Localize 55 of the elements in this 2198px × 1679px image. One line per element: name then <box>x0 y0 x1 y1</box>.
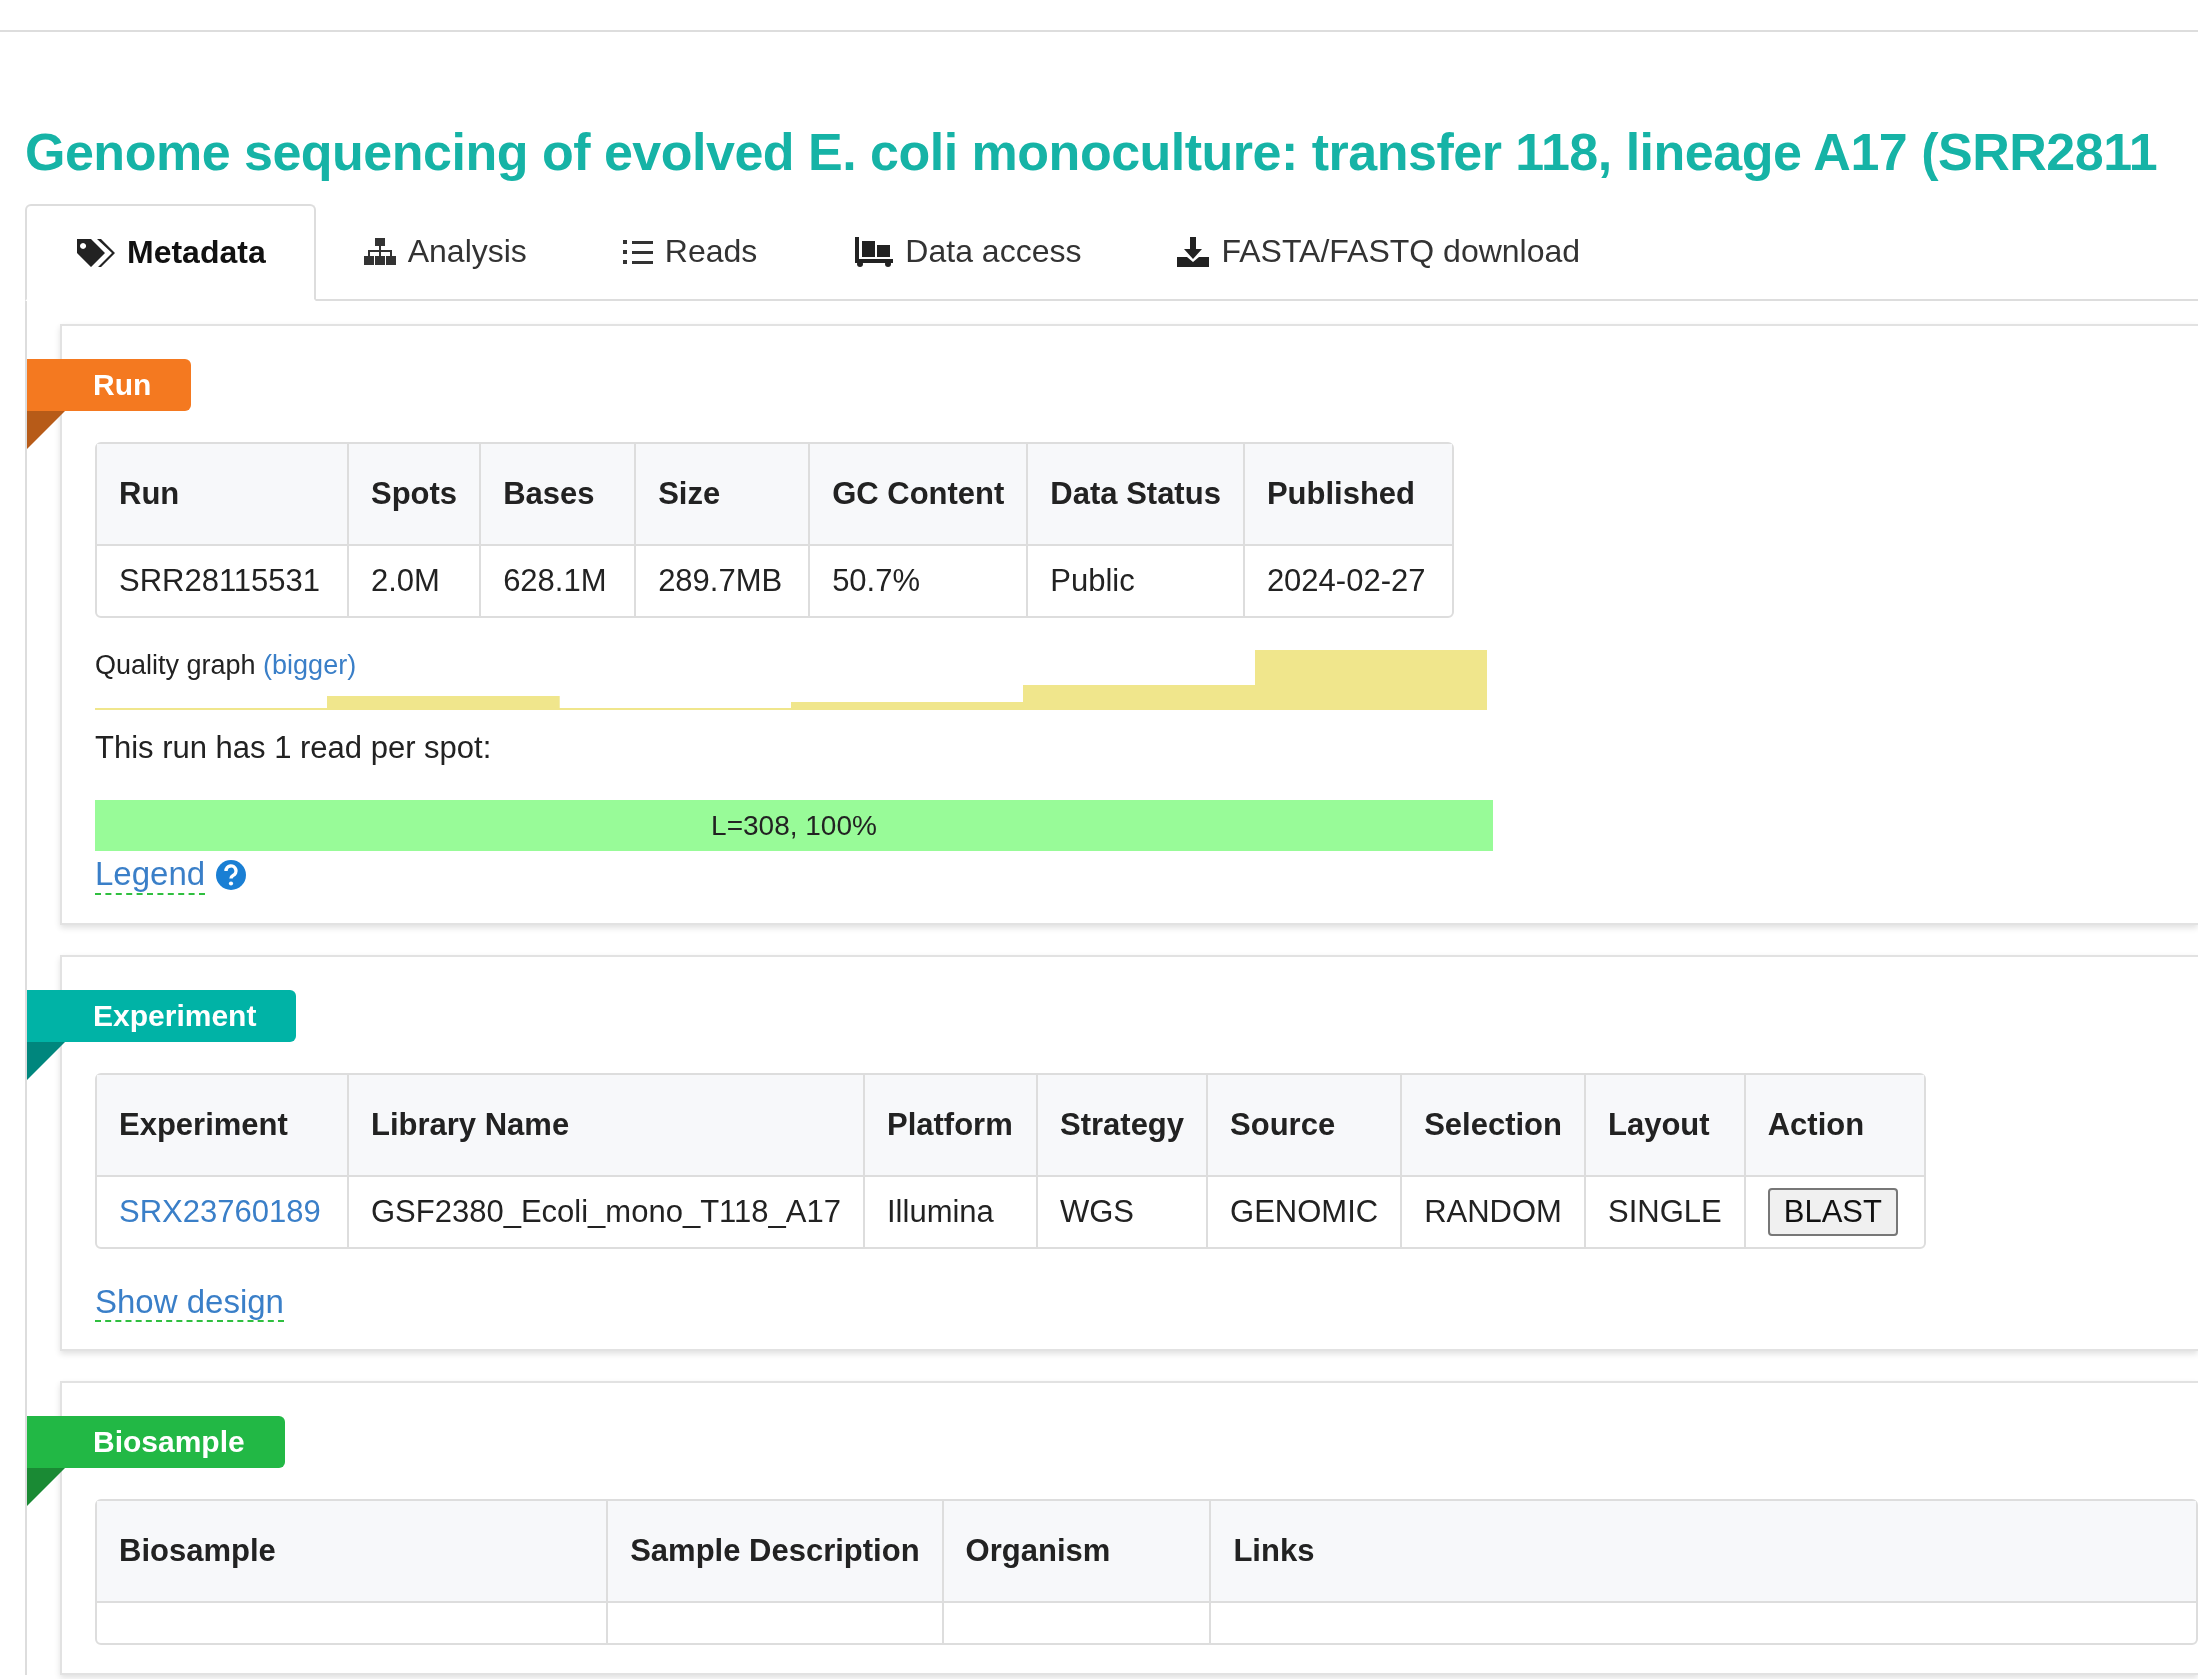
table-cell: 289.7MB <box>634 544 809 616</box>
table-cell: GENOMIC <box>1206 1175 1401 1247</box>
tab[interactable]: Analysis <box>315 204 575 301</box>
column-header: Selection <box>1400 1075 1584 1175</box>
column-header: Organism <box>941 1501 1210 1601</box>
section-ribbon: Biosample <box>27 1416 285 1468</box>
column-header: Links <box>1209 1501 2196 1601</box>
column-header: Platform <box>863 1075 1036 1175</box>
tab[interactable]: Data access <box>805 204 1130 301</box>
tab[interactable]: Metadata <box>25 204 316 301</box>
table-cell: Illumina <box>863 1175 1036 1247</box>
table-cell: Public <box>1026 544 1243 616</box>
page-title: Genome sequencing of evolved E. coli monoculture: transfer 118, lineage A17 (SRR2811 <box>25 122 2158 183</box>
numbered-list-icon <box>622 238 653 265</box>
tag-icon <box>75 236 115 269</box>
hand-truck-icon <box>853 236 894 267</box>
tab[interactable]: FASTA/FASTQ download <box>1129 204 1629 301</box>
section-ribbon: Run <box>27 359 192 411</box>
legend-link[interactable]: Legend <box>95 855 206 895</box>
reads-text: This run has 1 read per spot: <box>95 730 493 766</box>
column-header: Layout <box>1584 1075 1744 1175</box>
download-icon <box>1177 236 1210 267</box>
column-header: Size <box>634 444 809 544</box>
table-cell: 50.7% <box>808 544 1027 616</box>
section-ribbon: Experiment <box>27 990 297 1042</box>
column-header: Source <box>1206 1075 1401 1175</box>
table-cell: 2.0M <box>347 544 480 616</box>
table-cell: SRR28115531 <box>97 544 347 616</box>
table-cell: SINGLE <box>1584 1175 1744 1247</box>
table-cell: WGS <box>1036 1175 1207 1247</box>
column-header: Action <box>1743 1075 1924 1175</box>
table-cell: 2024-02-27 <box>1242 544 1452 616</box>
help-icon <box>215 859 248 891</box>
column-header: Sample Description <box>606 1501 942 1601</box>
quality-graph-label: Quality graph (bigger) <box>95 650 357 681</box>
column-header: Spots <box>347 444 480 544</box>
bigger-link[interactable]: (bigger) <box>263 650 357 680</box>
column-header: Bases <box>479 444 635 544</box>
table-cell: GSF2380_Ecoli_mono_T118_A17 <box>347 1175 863 1247</box>
read-length-bar: L=308, 100% <box>95 800 1493 851</box>
column-header: GC Content <box>808 444 1027 544</box>
tab[interactable]: Reads <box>574 204 806 301</box>
column-header: Library Name <box>347 1075 863 1175</box>
column-header: Biosample <box>97 1501 607 1601</box>
show-design-link[interactable]: Show design <box>95 1283 284 1322</box>
column-header: Data Status <box>1026 444 1243 544</box>
table-cell: RANDOM <box>1400 1175 1584 1247</box>
column-header: Strategy <box>1036 1075 1207 1175</box>
column-header: Experiment <box>97 1075 347 1175</box>
sitemap-icon <box>363 237 396 266</box>
column-header: Published <box>1242 444 1452 544</box>
table-cell: 628.1M <box>479 544 635 616</box>
column-header: Run <box>97 444 347 544</box>
blast-button[interactable]: BLAST <box>1767 1188 1898 1236</box>
accession-link[interactable]: SRX23760189 <box>119 1194 321 1229</box>
